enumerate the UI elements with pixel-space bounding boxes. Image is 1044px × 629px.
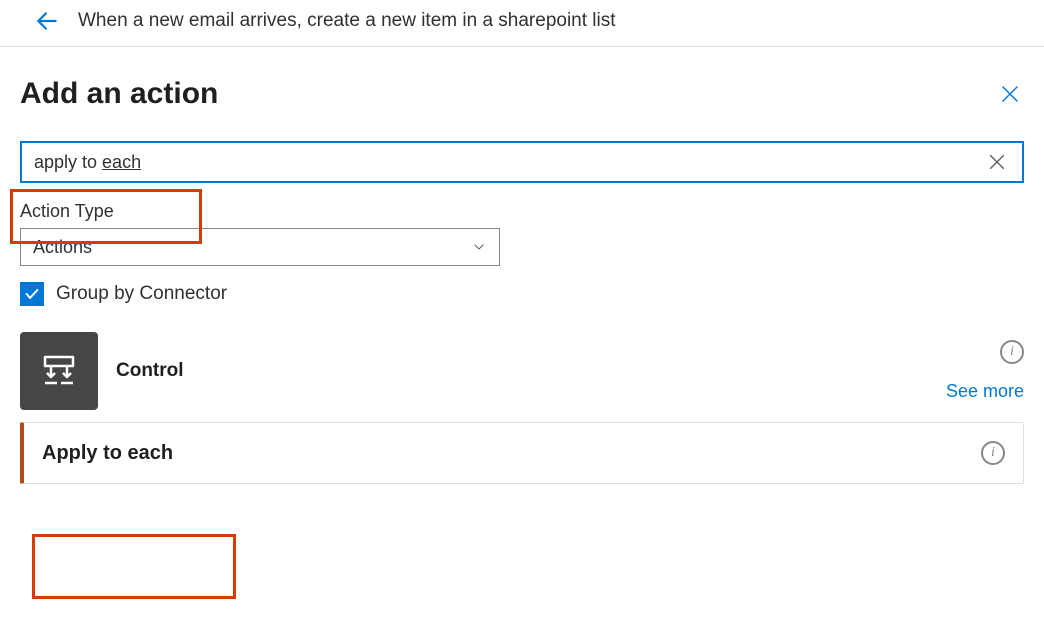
panel-title: Add an action: [20, 77, 218, 111]
clear-icon[interactable]: [986, 151, 1008, 173]
back-arrow-icon[interactable]: [34, 8, 60, 34]
annotation-highlight-result: [32, 534, 236, 599]
close-icon[interactable]: [996, 80, 1024, 108]
info-icon[interactable]: i: [1000, 340, 1024, 364]
see-more-link[interactable]: See more: [946, 381, 1024, 402]
action-type-value: Actions: [33, 237, 92, 258]
flow-title: When a new email arrives, create a new i…: [78, 10, 616, 32]
group-by-connector-label: Group by Connector: [56, 283, 227, 305]
group-by-connector-row[interactable]: Group by Connector: [20, 282, 1024, 306]
chevron-down-icon: [471, 239, 487, 255]
top-bar: When a new email arrives, create a new i…: [0, 0, 1044, 47]
add-action-panel: Add an action apply to each Action Type …: [0, 47, 1044, 494]
action-type-label: Action Type: [20, 201, 1024, 222]
action-result-label: Apply to each: [42, 442, 173, 465]
info-icon[interactable]: i: [981, 441, 1005, 465]
connector-name: Control: [116, 360, 184, 382]
checkbox-checked-icon[interactable]: [20, 282, 44, 306]
panel-header: Add an action: [20, 77, 1024, 111]
control-connector-icon[interactable]: [20, 332, 98, 410]
search-input-container[interactable]: apply to each: [20, 141, 1024, 183]
search-input[interactable]: apply to each: [30, 146, 986, 179]
action-type-dropdown[interactable]: Actions: [20, 228, 500, 266]
connector-right-side: i See more: [946, 332, 1024, 410]
connector-header-row: Control i See more: [20, 332, 1024, 410]
action-result-row[interactable]: Apply to each i: [20, 422, 1024, 484]
